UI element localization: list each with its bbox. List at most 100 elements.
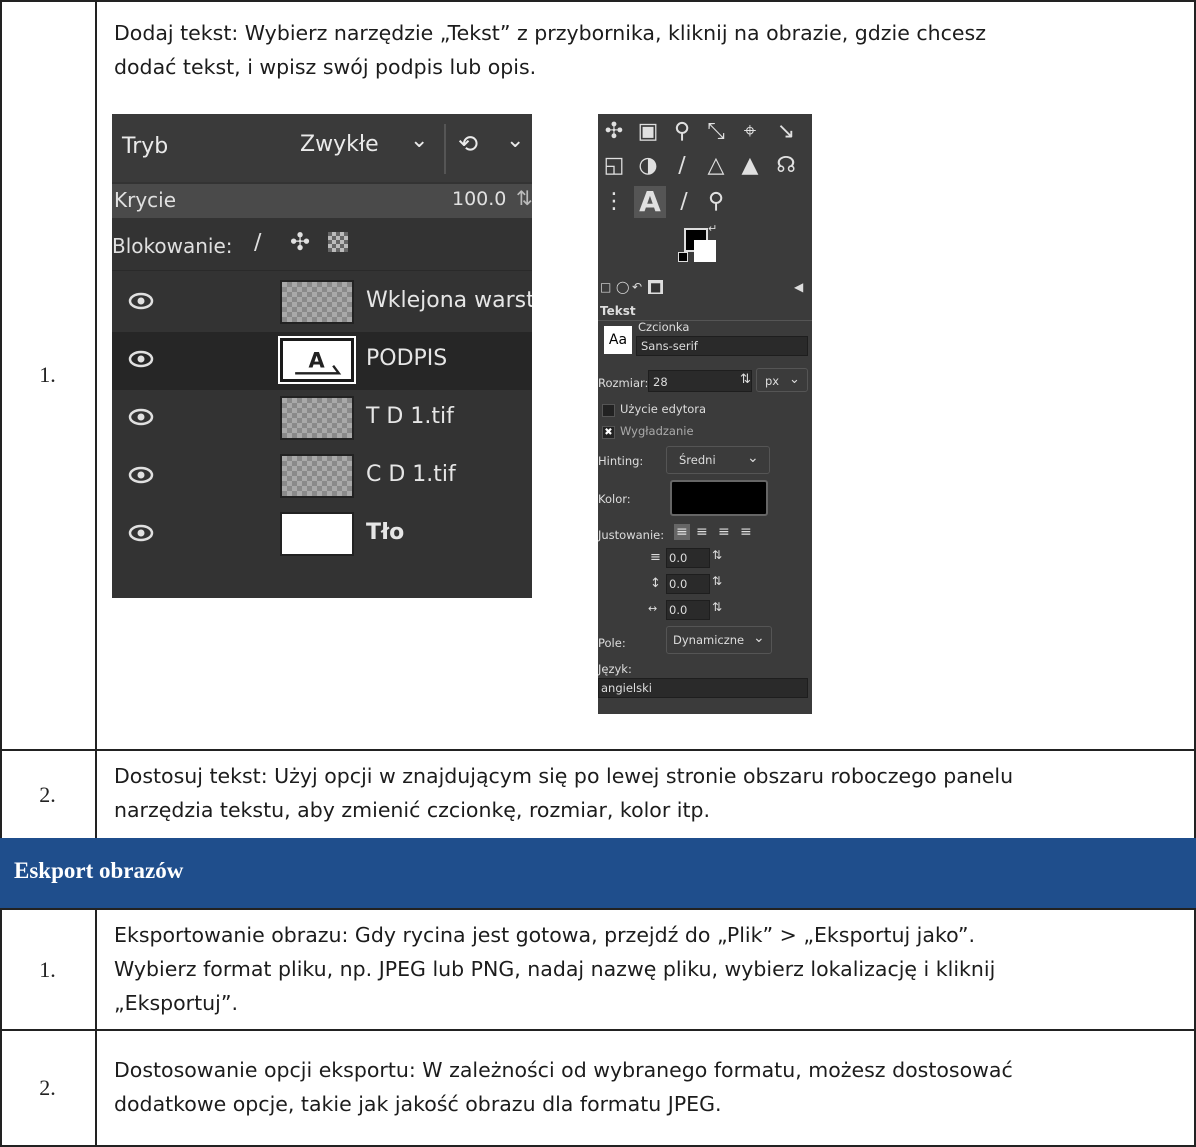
undo-tab-icon[interactable]: ↶ — [632, 280, 642, 294]
chevron-down-icon[interactable]: ⌄ — [410, 128, 428, 153]
eye-icon[interactable] — [128, 520, 154, 546]
device-status-tab-icon[interactable]: ◯ — [616, 280, 629, 294]
unit-dropdown[interactable]: px ⌄ — [756, 368, 808, 392]
spinner-icon[interactable]: ⇅ — [712, 600, 722, 614]
letter-spacing-input[interactable]: 0.0 — [666, 600, 710, 620]
mode-label: Tryb — [122, 134, 169, 159]
chevron-down-icon[interactable]: ⌄ — [506, 128, 524, 153]
reset-colors-icon[interactable] — [678, 252, 688, 262]
row-number: 2. — [0, 751, 97, 838]
lasso-icon[interactable]: ⚲ — [666, 116, 698, 148]
box-dropdown[interactable]: Dynamiczne ⌄ — [666, 626, 772, 654]
box-label: Pole: — [598, 636, 626, 650]
letter-spacing-icon: ↔ — [648, 602, 658, 615]
layer-row[interactable]: Tło — [112, 506, 532, 564]
hinting-value: Średni — [679, 453, 716, 467]
move-tool-icon[interactable]: ✣ — [598, 116, 630, 148]
size-label: Rozmiar: — [598, 376, 649, 390]
hinting-dropdown[interactable]: Średni ⌄ — [666, 446, 770, 474]
eye-icon[interactable] — [128, 288, 154, 314]
spinner-icon[interactable]: ⇅ — [740, 372, 751, 387]
opacity-slider[interactable]: Krycie 100.0 ⇅ — [112, 184, 532, 218]
text-color-button[interactable] — [670, 480, 768, 516]
warp-icon[interactable]: ◱ — [598, 150, 630, 182]
font-input[interactable]: Sans-serif — [636, 336, 808, 356]
paths-icon[interactable]: ⋮ — [598, 186, 630, 218]
use-editor-label: Użycie edytora — [620, 402, 707, 416]
layer-row[interactable]: T D 1.tif — [112, 390, 532, 448]
opacity-value[interactable]: 100.0 — [452, 188, 506, 210]
swap-colors-icon[interactable]: ↵ — [708, 222, 717, 235]
justify-left-icon[interactable]: ≡ — [674, 524, 690, 540]
text-layer-icon: A — [295, 349, 342, 375]
indent-value: 0.0 — [669, 551, 688, 565]
layers-header: Tryb Zwykłe ⌄ ⟲ ⌄ — [112, 114, 532, 182]
indent-input[interactable]: 0.0 — [666, 548, 710, 568]
justify-center-icon[interactable]: ≡ — [718, 524, 730, 540]
transform-icon[interactable]: ↘ — [770, 116, 802, 148]
text-line: Wybierz format pliku, np. JPEG lub PNG, … — [114, 957, 996, 981]
opacity-label: Krycie — [114, 188, 177, 212]
table-row: 2. Dostosuj tekst: Użyj opcji w znajdują… — [0, 751, 1196, 838]
lock-alpha-icon[interactable] — [328, 232, 348, 252]
bucket-fill-icon[interactable]: ◑ — [632, 150, 664, 182]
justify-right-icon[interactable]: ≡ — [696, 524, 708, 540]
language-input[interactable]: angielski — [598, 678, 808, 698]
use-editor-checkbox[interactable] — [602, 404, 615, 417]
clone-icon[interactable]: ▲ — [734, 150, 766, 182]
text-line: dodatkowe opcje, takie jak jakość obrazu… — [114, 1092, 722, 1116]
color-label: Kolor: — [598, 492, 631, 506]
smudge-icon[interactable]: ☊ — [770, 150, 802, 182]
text-line: Dostosowanie opcji eksportu: W zależnośc… — [114, 1058, 1013, 1082]
composite-mode-icon[interactable]: ⟲ — [458, 130, 478, 158]
paintbrush-icon[interactable]: ∕ — [666, 150, 698, 182]
font-preview[interactable]: Aa — [604, 326, 632, 354]
justify-fill-icon[interactable]: ≡ — [740, 524, 752, 540]
chevron-down-icon: ⌄ — [747, 450, 759, 466]
layer-thumbnail — [280, 280, 354, 324]
spinner-icon[interactable]: ⇅ — [516, 186, 532, 210]
mode-dropdown[interactable]: Zwykłe — [300, 132, 379, 157]
tool-row: ✣ ▣ ⚲ ⤡ ⌖ ↘ — [598, 116, 812, 150]
size-input[interactable]: 28 — [648, 370, 752, 392]
table-row: 1. Eksportowanie obrazu: Gdy rycina jest… — [0, 910, 1196, 1029]
text-line: dodać tekst, i wpisz swój podpis lub opi… — [114, 55, 537, 79]
layers-panel: Tryb Zwykłe ⌄ ⟲ ⌄ Krycie 100.0 ⇅ Blokowa… — [112, 114, 532, 598]
lock-position-icon[interactable]: ✣ — [290, 228, 310, 256]
layer-name: Wklejona warst — [366, 288, 532, 313]
images-tab-icon[interactable]: ■ — [648, 280, 664, 294]
language-value: angielski — [601, 681, 652, 695]
layer-name: T D 1.tif — [366, 404, 454, 429]
eraser-icon[interactable]: △ — [700, 150, 732, 182]
divider — [112, 270, 532, 271]
hinting-label: Hinting: — [598, 454, 644, 468]
language-label: Język: — [598, 662, 632, 676]
unit-value: px — [765, 374, 780, 388]
rect-select-icon[interactable]: ▣ — [632, 116, 664, 148]
layer-row[interactable]: A PODPIS — [112, 332, 532, 390]
spinner-icon[interactable]: ⇅ — [712, 548, 722, 562]
configure-tab-icon[interactable]: ◀ — [794, 280, 803, 294]
zoom-icon[interactable]: ⚲ — [700, 186, 732, 218]
eye-icon[interactable] — [128, 462, 154, 488]
line-spacing-input[interactable]: 0.0 — [666, 574, 710, 594]
fuzzy-select-icon[interactable]: ⤡ — [700, 116, 732, 148]
eye-icon[interactable] — [128, 346, 154, 372]
layer-thumbnail — [280, 512, 354, 556]
spinner-icon[interactable]: ⇅ — [712, 574, 722, 588]
layer-row[interactable]: C D 1.tif — [112, 448, 532, 506]
divider — [598, 320, 812, 321]
lock-pixels-icon[interactable]: ∕ — [254, 230, 261, 255]
font-label: Czcionka — [638, 320, 690, 334]
eye-icon[interactable] — [128, 404, 154, 430]
antialias-checkbox[interactable]: ✖ — [602, 426, 615, 439]
row-number: 2. — [0, 1031, 97, 1145]
color-picker-icon[interactable]: ∕ — [668, 186, 700, 218]
background-color[interactable] — [694, 240, 716, 262]
line-spacing-icon: ↕ — [650, 576, 661, 591]
text-tool-icon[interactable]: A — [634, 186, 666, 218]
tool-options-tab-icon[interactable]: □ — [600, 280, 611, 294]
crop-icon[interactable]: ⌖ — [734, 116, 766, 148]
text-line: Dodaj tekst: Wybierz narzędzie „Tekst” z… — [114, 21, 986, 45]
layer-row[interactable]: Wklejona warst — [112, 274, 532, 332]
